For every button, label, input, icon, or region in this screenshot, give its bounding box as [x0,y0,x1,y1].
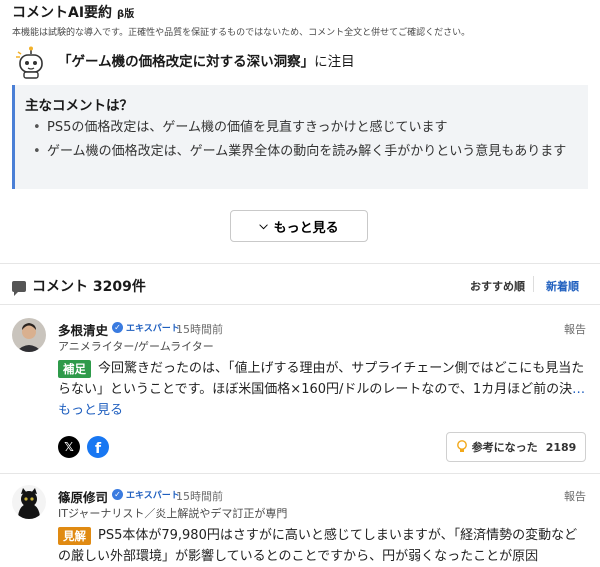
report-link[interactable]: 報告 [564,321,586,337]
summary-box: 主なコメントは？ PS5の価格改定は、ゲーム機の価値を見直すきっかけと感じていま… [12,85,588,189]
chevron-down-icon: ⌵ [259,219,268,232]
facebook-share-icon[interactable]: f [87,436,109,458]
helpful-label: 参考になった [471,441,538,454]
show-more-button[interactable]: ⌵ もっと見る [230,210,368,242]
comment-text: PS5本体が79,980円はさすがに高いと感じてしまいますが、「経済情勢の変動な… [58,528,578,564]
avatar[interactable] [12,485,46,519]
sort-separator [533,276,534,292]
show-more-label: もっと見る [273,220,339,236]
comments-count: コメント 3209件 [32,279,146,295]
expert-badge: ✓ エキスパート [112,488,180,501]
divider [0,304,600,305]
commenter-name[interactable]: 多根清史 [58,320,108,339]
ai-robot-icon [16,46,43,79]
summary-heading: 主なコメントは？ [25,98,133,114]
verified-check-icon: ✓ [112,322,123,333]
divider [0,263,600,264]
commenter-role: アニメライター/ゲームライター [58,340,214,353]
commenter-role: ITジャーナリスト／炎上解説やデマ訂正が専門 [58,507,288,520]
summary-point: PS5の価格改定は、ゲーム機の価値を見直すきっかけと感じています [33,117,583,138]
sort-recommended-tab[interactable]: おすすめ順 [470,278,525,294]
expert-badge-label: エキスパート [126,491,180,501]
ai-summary-title-text: コメントAI要約 [12,5,113,21]
comments-header: コメント 3209件 [12,276,146,296]
comment-body: 今回驚きだったのは、「値上げする理由が、サプライチェーン側ではどこにも見当たらな… [58,358,588,421]
beta-label: β版 [117,9,135,20]
commenter-name[interactable]: 篠原修司 [58,487,108,506]
comment-time: 15時間前 [176,323,223,336]
expert-badge: ✓ エキスパート [112,321,180,334]
summary-points: PS5の価格改定は、ゲーム機の価値を見直すきっかけと感じています ゲーム機の価格… [33,117,583,165]
comment-icon [12,280,26,296]
focus-topic-suffix: に注目 [314,54,355,70]
x-share-icon[interactable]: 𝕏 [58,436,80,458]
summary-point: ゲーム機の価格改定は、ゲーム業界全体の動向を読み解く手がかりという意見もあります [33,141,583,162]
avatar-photo [12,485,46,519]
lightbulb-icon [456,440,467,452]
divider [0,473,600,474]
focus-topic-quote: 「ゲーム機の価格改定に対する深い洞察」 [58,54,315,70]
comment-text: 今回驚きだったのは、「値上げする理由が、サプライチェーン側ではどこにも見当たらな… [58,361,585,397]
focus-topic: 「ゲーム機の価格改定に対する深い洞察」に注目 [58,50,355,70]
sort-newest-tab[interactable]: 新着順 [546,278,579,294]
report-link[interactable]: 報告 [564,488,586,504]
avatar-photo [12,318,46,352]
verified-check-icon: ✓ [112,489,123,500]
avatar[interactable] [12,318,46,352]
helpful-button[interactable]: 参考になった 2189 [446,432,586,462]
ai-summary-notice: 本機能は試験的な導入です。正確性や品質を保証するものではないため、コメント全文と… [12,28,471,38]
helpful-count: 2189 [545,440,577,454]
comment-time: 15時間前 [176,490,223,503]
ai-summary-title: コメントAI要約 β版 [12,2,134,22]
expert-badge-label: エキスパート [126,324,180,334]
